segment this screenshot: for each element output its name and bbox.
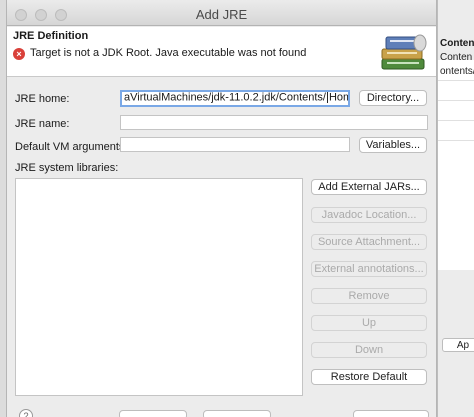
down-button[interactable]: Down	[311, 342, 427, 358]
background-column-header: Conten	[440, 38, 474, 49]
system-libraries-label: JRE system libraries:	[15, 162, 119, 174]
add-jre-dialog: Add JRE JRE Definition × Target is not a…	[6, 0, 437, 417]
add-external-jars-button[interactable]: Add External JARs...	[311, 179, 427, 195]
remove-button[interactable]: Remove	[311, 288, 427, 304]
dialog-title: Add JRE	[195, 7, 248, 22]
footer-button-right[interactable]	[353, 410, 429, 417]
background-row: Conten	[440, 52, 473, 63]
jre-home-label: JRE home:	[15, 93, 70, 105]
vm-arguments-label: Default VM arguments:	[15, 141, 128, 153]
source-attachment-button[interactable]: Source Attachment...	[311, 234, 427, 250]
jre-home-input[interactable]: aVirtualMachines/jdk-11.0.2.jdk/Contents…	[120, 90, 350, 107]
javadoc-location-button[interactable]: Javadoc Location...	[311, 207, 427, 223]
vm-arguments-input[interactable]	[120, 137, 350, 152]
title-bar: Add JRE	[7, 0, 436, 26]
jre-home-text: aVirtualMachines/jdk-11.0.2.jdk/Contents…	[124, 91, 326, 104]
error-icon: ×	[13, 48, 25, 60]
jre-name-label: JRE name:	[15, 118, 70, 130]
text-caret	[326, 92, 328, 103]
banner-title: JRE Definition	[13, 30, 89, 42]
footer-button-left[interactable]	[119, 410, 187, 417]
definition-banner: JRE Definition × Target is not a JDK Roo…	[7, 27, 436, 77]
library-books-icon	[381, 34, 427, 70]
external-annotations-button[interactable]: External annotations...	[311, 261, 427, 277]
background-window-right: Conten Conten ontents/H Ap	[437, 0, 474, 417]
jre-home-text-tail: Home/lib	[328, 91, 348, 104]
system-libraries-list[interactable]	[15, 178, 303, 396]
jre-name-input[interactable]	[120, 115, 428, 130]
error-message: Target is not a JDK Root. Java executabl…	[30, 47, 307, 59]
variables-button[interactable]: Variables...	[359, 137, 427, 153]
directory-button[interactable]: Directory...	[359, 90, 427, 106]
restore-default-button[interactable]: Restore Default	[311, 369, 427, 385]
footer-button-middle[interactable]	[203, 410, 271, 417]
background-table	[438, 60, 474, 270]
background-apply-button[interactable]: Ap	[442, 338, 474, 352]
up-button[interactable]: Up	[311, 315, 427, 331]
help-icon[interactable]: ?	[19, 409, 33, 417]
background-row: ontents/H	[440, 66, 474, 77]
